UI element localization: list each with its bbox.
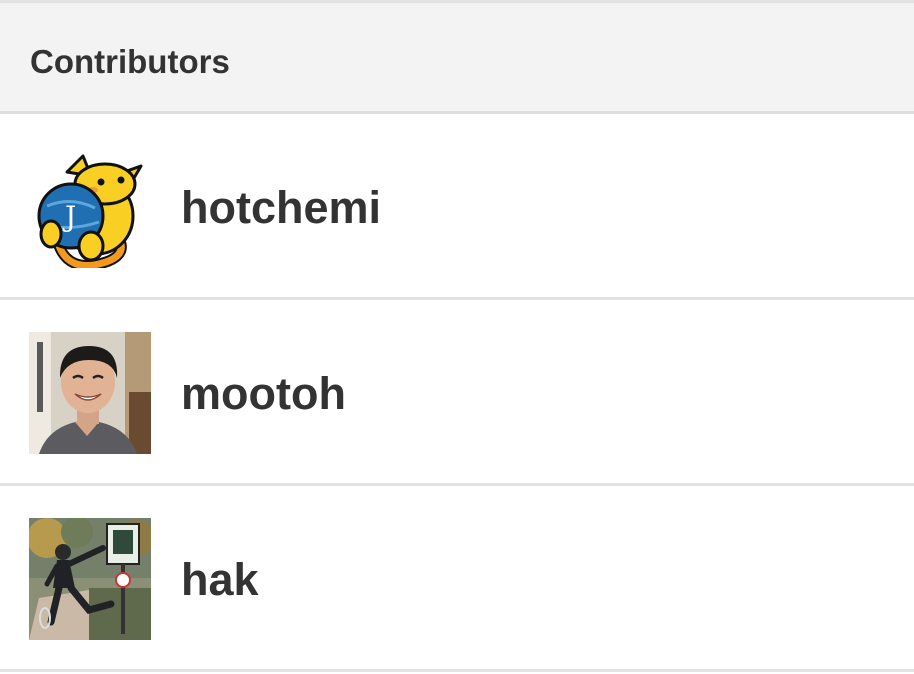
section-header: Contributors bbox=[0, 0, 914, 114]
person-outdoor-photo-avatar bbox=[29, 518, 151, 640]
contributor-row-mootoh[interactable]: mootoh bbox=[0, 300, 914, 486]
contributor-name: hotchemi bbox=[181, 182, 382, 233]
contributors-screen: Contributors J hotchemi mootoh hak bbox=[0, 0, 914, 674]
svg-text:J: J bbox=[62, 200, 76, 233]
contributor-name: mootoh bbox=[181, 368, 346, 419]
wapuu-mascot-icon: J bbox=[29, 146, 151, 268]
contributor-row-hotchemi[interactable]: J hotchemi bbox=[0, 114, 914, 300]
section-title: Contributors bbox=[30, 43, 230, 80]
person-photo-avatar bbox=[29, 332, 151, 454]
contributor-row-hak[interactable]: hak bbox=[0, 486, 914, 672]
contributor-name: hak bbox=[181, 554, 259, 605]
